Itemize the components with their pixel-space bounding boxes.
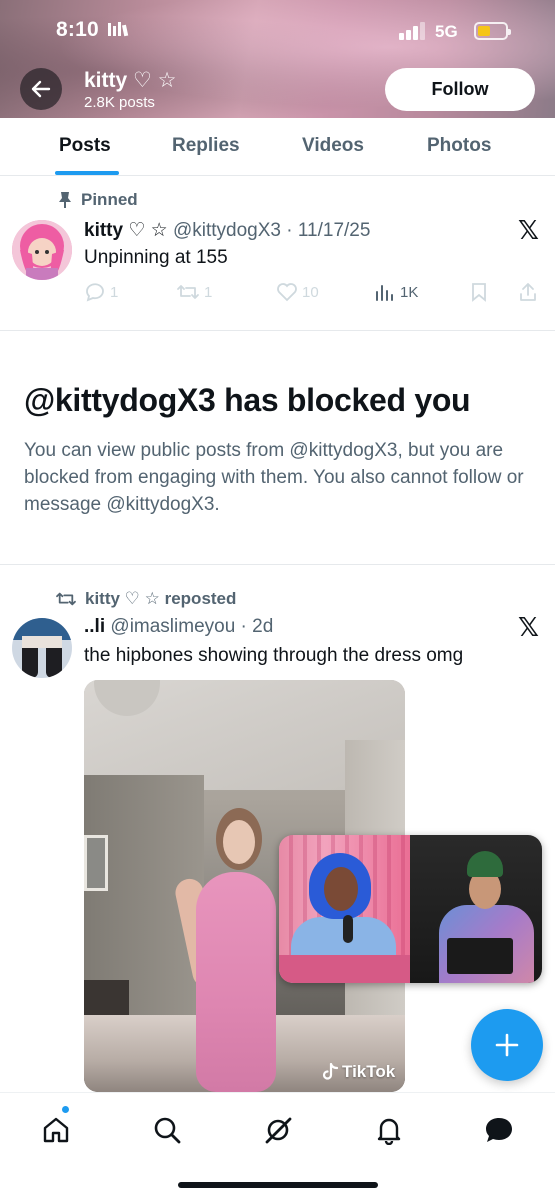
bell-icon [377,1118,401,1145]
bookmark-button[interactable] [470,282,488,302]
repost-icon [56,592,76,606]
repost-author-name[interactable]: ..li [84,616,105,637]
share-button[interactable] [518,282,538,302]
repost-count: 1 [204,283,213,301]
views-icon [376,285,393,301]
nav-search[interactable] [150,1113,184,1147]
tab-posts[interactable]: Posts [59,135,111,157]
heart-icon [277,283,297,302]
repost-label[interactable]: kitty ♡ ☆ reposted [85,589,236,609]
reply-icon [86,283,104,302]
views-button[interactable]: 1K [374,282,418,302]
nav-home[interactable] [39,1113,73,1147]
search-icon [154,1117,181,1144]
home-notification-dot [61,1105,70,1114]
laptop [447,938,513,974]
tab-photos[interactable]: Photos [427,135,491,157]
repost-post-text: the hipbones showing through the dress o… [84,645,464,666]
view-count: 1K [400,283,419,301]
microphone [343,915,353,943]
home-indicator [178,1182,378,1188]
share-icon [520,283,536,301]
back-button[interactable] [20,68,62,110]
blocked-title: @kittydogX3 has blocked you [24,382,471,418]
pinned-author-name[interactable]: kitty ♡ ☆ [84,220,168,241]
x-logo-icon: 𝕏 [518,612,539,642]
home-icon [43,1117,69,1143]
chat-bubble-icon [486,1118,512,1142]
reply-button[interactable]: 1 [84,282,118,302]
tab-videos[interactable]: Videos [302,135,364,157]
pin-icon [59,192,71,208]
header-post-count: 2.8K posts [84,94,155,111]
status-time: 8:10 [56,18,99,41]
pinned-label: Pinned [81,190,138,209]
bookmark-icon [472,283,486,302]
repost-author-handle-date[interactable]: @imaslimeyou · 2d [110,616,273,637]
repost-indicator: kitty ♡ ☆ reposted [55,589,236,609]
repost-icon [177,285,199,299]
divider [0,330,555,331]
network-type: 5G [435,22,458,41]
tiktok-watermark: TikTok [322,1062,395,1082]
status-bar: 8:10 5G [0,0,555,62]
compose-button[interactable] [471,1009,543,1081]
pinned-indicator: Pinned [57,190,138,210]
tiktok-icon [322,1063,338,1080]
repost-post-header: ..li @imaslimeyou · 2d [84,616,273,638]
arrow-left-icon [31,80,51,98]
like-button[interactable]: 10 [276,282,319,302]
profile-tabs: Posts Replies Videos Photos [0,118,555,176]
cellular-signal-icon [399,22,429,40]
battery-icon [474,22,511,40]
tab-replies[interactable]: Replies [172,135,240,157]
pinned-post-text: Unpinning at 155 [84,247,228,268]
pinned-author-handle-date[interactable]: @kittydogX3 · 11/17/25 [173,220,370,241]
repost-author-avatar[interactable] [12,618,72,678]
nav-messages[interactable] [482,1113,516,1147]
grok-icon [265,1117,292,1144]
x-logo-icon: 𝕏 [518,215,539,245]
active-tab-indicator [55,171,119,175]
pink-dress [196,872,276,1092]
follow-button[interactable]: Follow [385,68,535,111]
pinned-post-actions: 1 1 10 1K [84,282,544,306]
header-profile-name: kitty ♡ ☆ [84,69,177,92]
plus-icon [495,1033,519,1057]
repost-button[interactable]: 1 [176,282,212,302]
wall-frame [84,835,108,891]
blocked-description: You can view public posts from @kittydog… [24,440,524,515]
pinned-post-header: kitty ♡ ☆ @kittydogX3 · 11/17/25 [84,219,370,242]
reply-count: 1 [110,283,119,301]
picture-in-picture-video[interactable] [279,835,542,983]
nav-grok[interactable] [261,1113,295,1147]
divider [0,564,555,565]
nav-notifications[interactable] [372,1113,406,1147]
like-count: 10 [302,283,319,301]
pinned-author-avatar[interactable] [12,220,72,280]
books-icon [108,21,130,41]
